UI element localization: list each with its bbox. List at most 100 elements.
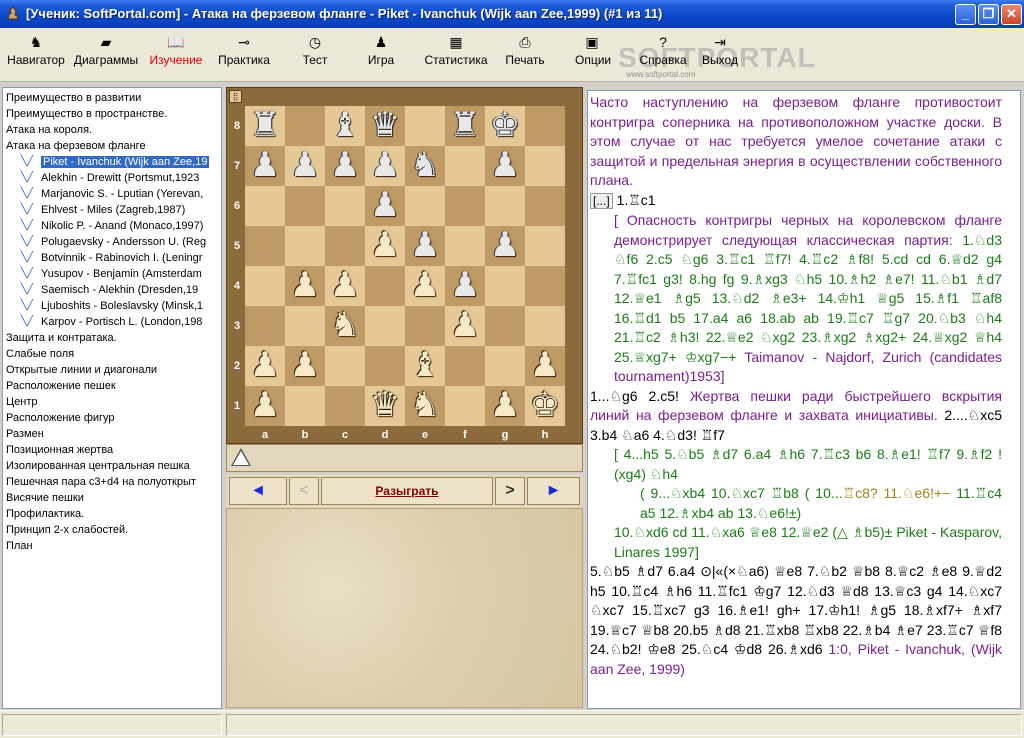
square-c8[interactable]: ♝ xyxy=(325,106,365,146)
toolbar-button-10[interactable]: ⇥ Выход xyxy=(700,32,740,78)
square-f1[interactable] xyxy=(445,386,485,426)
white-king-icon[interactable]: ♚ xyxy=(530,385,560,425)
title-bar[interactable]: [Ученик: SoftPortal.com] - Атака на ферз… xyxy=(0,0,1024,28)
square-h3[interactable] xyxy=(525,306,565,346)
tree-game-item[interactable]: ╲╱ Polugaevsky - Andersson U. (Reg xyxy=(21,234,206,250)
maximize-button[interactable]: ❐ xyxy=(978,4,999,25)
square-b2[interactable]: ♟ xyxy=(285,346,325,386)
toolbar-button-3[interactable]: ⊸ Практика xyxy=(216,32,272,78)
square-h2[interactable]: ♟ xyxy=(525,346,565,386)
next-move-button[interactable]: > xyxy=(495,477,525,505)
square-e8[interactable] xyxy=(405,106,445,146)
square-e7[interactable]: ♞ xyxy=(405,146,445,186)
move-1[interactable]: 1.♖c1 xyxy=(617,192,656,208)
tree-topic-item[interactable]: Висячие пешки xyxy=(6,490,84,506)
tree-game-item[interactable]: ╲╱ Karpov - Portisch L. (London,198 xyxy=(21,314,202,330)
square-g1[interactable]: ♟ xyxy=(485,386,525,426)
black-queen-icon[interactable]: ♛ xyxy=(370,105,400,145)
prev-move-button[interactable]: < xyxy=(289,477,319,505)
toolbar-button-1[interactable]: ▰ Диаграммы xyxy=(72,32,140,78)
tree-game-item[interactable]: ╲╱ Yusupov - Benjamin (Amsterdam xyxy=(21,266,202,282)
square-g3[interactable] xyxy=(485,306,525,346)
tree-topic-item[interactable]: Расположение фигур xyxy=(6,410,115,426)
square-e3[interactable] xyxy=(405,306,445,346)
white-knight-icon[interactable]: ♞ xyxy=(330,305,360,345)
black-rook-icon[interactable]: ♜ xyxy=(450,105,480,145)
square-e5[interactable]: ♟ xyxy=(405,226,445,266)
square-a2[interactable]: ♟ xyxy=(245,346,285,386)
square-g6[interactable] xyxy=(485,186,525,226)
white-pawn-icon[interactable]: ♟ xyxy=(530,345,560,385)
square-b3[interactable] xyxy=(285,306,325,346)
square-h1[interactable]: ♚ xyxy=(525,386,565,426)
tree-topic-item[interactable]: Центр xyxy=(6,394,38,410)
tree-topic-item[interactable]: Слабые поля xyxy=(6,346,74,362)
tree-topic-item[interactable]: Профилактика. xyxy=(6,506,84,522)
square-c6[interactable] xyxy=(325,186,365,226)
square-g5[interactable]: ♟ xyxy=(485,226,525,266)
main-moves-2[interactable]: 1...♘g6 2.c5! xyxy=(590,388,679,404)
square-c2[interactable] xyxy=(325,346,365,386)
black-king-icon[interactable]: ♚ xyxy=(490,105,520,145)
tree-topic-item[interactable]: Позиционная жертва xyxy=(6,442,113,458)
square-h7[interactable] xyxy=(525,146,565,186)
square-c3[interactable]: ♞ xyxy=(325,306,365,346)
play-button[interactable]: Разыграть xyxy=(321,477,493,505)
square-e1[interactable]: ♞ xyxy=(405,386,445,426)
square-b6[interactable] xyxy=(285,186,325,226)
tree-game-item[interactable]: ╲╱ Ljuboshits - Boleslavsky (Minsk,1 xyxy=(21,298,203,314)
square-d3[interactable] xyxy=(365,306,405,346)
white-pawn-icon[interactable]: ♟ xyxy=(490,385,520,425)
square-f6[interactable] xyxy=(445,186,485,226)
square-f2[interactable] xyxy=(445,346,485,386)
black-pawn-icon[interactable]: ♟ xyxy=(490,145,520,185)
white-queen-icon[interactable]: ♛ xyxy=(370,385,400,425)
black-pawn-icon[interactable]: ♟ xyxy=(330,145,360,185)
black-pawn-icon[interactable]: ♟ xyxy=(490,225,520,265)
white-bishop-icon[interactable]: ♝ xyxy=(410,345,440,385)
tree-game-item[interactable]: ╲╱ Piket - Ivanchuk (Wijk aan Zee,19 xyxy=(21,154,210,170)
black-pawn-icon[interactable]: ♟ xyxy=(370,185,400,225)
tree-game-item[interactable]: ╲╱ Ehlvest - Miles (Zagreb,1987) xyxy=(21,202,185,218)
tree-topic-item[interactable]: Пешечная пара c3+d4 на полуоткрыт xyxy=(6,474,196,490)
square-d5[interactable]: ♟ xyxy=(365,226,405,266)
square-g2[interactable] xyxy=(485,346,525,386)
first-move-button[interactable]: ◄ xyxy=(229,477,287,505)
square-h5[interactable] xyxy=(525,226,565,266)
square-b8[interactable] xyxy=(285,106,325,146)
white-pawn-icon[interactable]: ♟ xyxy=(450,305,480,345)
black-rook-icon[interactable]: ♜ xyxy=(250,105,280,145)
tree-topic-item[interactable]: План xyxy=(6,538,33,554)
toolbar-button-5[interactable]: ♟ Игра xyxy=(366,32,396,78)
square-h8[interactable] xyxy=(525,106,565,146)
tree-topic-item[interactable]: Защита и контратака. xyxy=(6,330,117,346)
square-g7[interactable]: ♟ xyxy=(485,146,525,186)
variation-4[interactable]: 10.♘xd6 cd 11.♘xa6 ♕e8 12.♕e2 (△ ♗b5)± P… xyxy=(590,523,1002,562)
collapse-button[interactable]: [...] xyxy=(590,192,613,209)
tree-game-item[interactable]: ╲╱ Botvinnik - Rabinovich I. (Leningr xyxy=(21,250,202,266)
topic-tree[interactable]: Преимущество в развитии Преимущество в пр… xyxy=(2,87,222,709)
square-f3[interactable]: ♟ xyxy=(445,306,485,346)
square-a7[interactable]: ♟ xyxy=(245,146,285,186)
square-h4[interactable] xyxy=(525,266,565,306)
tree-topic-item[interactable]: Атака на короля. xyxy=(6,122,92,138)
black-pawn-icon[interactable]: ♟ xyxy=(450,265,480,305)
white-pawn-icon[interactable]: ♟ xyxy=(290,265,320,305)
square-a6[interactable] xyxy=(245,186,285,226)
tree-game-item[interactable]: ╲╱ Saemisch - Alekhin (Dresden,19 xyxy=(21,282,198,298)
minimize-button[interactable]: _ xyxy=(955,4,976,25)
toolbar-button-0[interactable]: ♞ Навигатор xyxy=(4,32,68,78)
white-pawn-icon[interactable]: ♟ xyxy=(290,345,320,385)
tree-game-item[interactable]: ╲╱ Nikolic P. - Anand (Monaco,1997) xyxy=(21,218,203,234)
square-e6[interactable] xyxy=(405,186,445,226)
square-f8[interactable]: ♜ xyxy=(445,106,485,146)
square-h6[interactable] xyxy=(525,186,565,226)
tree-topic-item[interactable]: Изолированная центральная пешка xyxy=(6,458,190,474)
square-b1[interactable] xyxy=(285,386,325,426)
square-a1[interactable]: ♟ xyxy=(245,386,285,426)
square-a3[interactable] xyxy=(245,306,285,346)
toolbar-button-2[interactable]: 📖 Изучение xyxy=(146,32,206,78)
variation-2[interactable]: [ 4...h5 5.♘b5 ♗d7 6.a4 ♗h6 7.♖c3 b6 8.♗… xyxy=(590,445,1002,484)
square-g8[interactable]: ♚ xyxy=(485,106,525,146)
tree-topic-item[interactable]: Принцип 2-х слабостей. xyxy=(6,522,128,538)
